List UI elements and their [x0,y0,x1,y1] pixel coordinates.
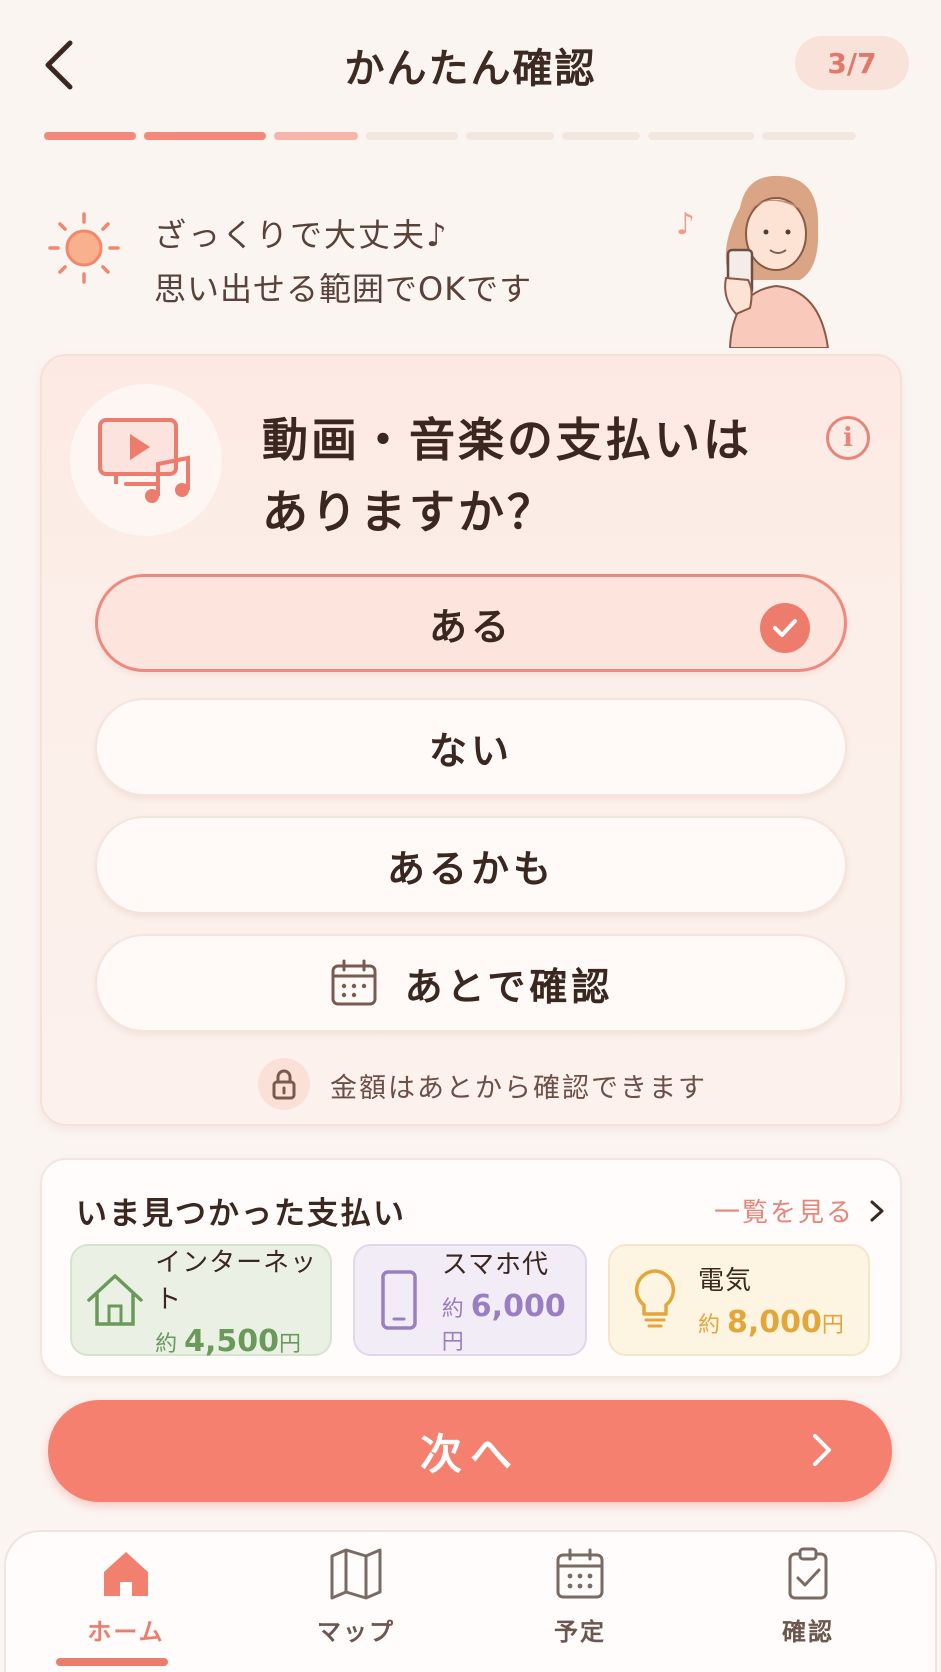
calendar-icon [331,959,377,1006]
chevron-right-icon [813,1434,831,1466]
chevron-right-icon [870,1200,884,1221]
hint-line-2: 思い出せる範囲でOKです [154,270,533,308]
progress-segment [466,132,554,140]
hint-line-1: ざっくりで大丈夫♪ [154,216,449,254]
payment-name: スマホ代 [441,1250,550,1280]
payment-name: インターネット [155,1247,318,1315]
lock-icon [258,1058,310,1110]
payment-tile-phone[interactable]: スマホ代 約 6,000円 [353,1244,587,1356]
payment-amount: 6,000 [470,1289,566,1324]
step-counter-badge: 3/7 [795,36,909,90]
payment-unit: 円 [279,1331,302,1357]
option-nai[interactable]: ない [95,698,847,796]
smartphone-icon [367,1267,432,1333]
next-button-label: 次へ [419,1429,520,1479]
nav-item-map[interactable]: マップ [286,1546,426,1656]
nav-item-schedule[interactable]: 予定 [510,1546,650,1656]
map-icon [330,1548,382,1600]
info-icon[interactable]: i [826,416,870,460]
progress-segment [562,132,640,140]
progress-segment [762,132,856,140]
payment-tile-internet[interactable]: インターネット 約 4,500円 [70,1244,332,1359]
option-label: ない [428,728,513,773]
progress-segment [44,132,136,140]
payment-unit: 円 [441,1330,464,1355]
next-button[interactable]: 次へ [48,1400,892,1502]
option-arukamo[interactable]: あるかも [95,816,847,914]
nav-label: マップ [317,1618,395,1646]
payment-unit: 円 [821,1313,844,1338]
option-label: ある [428,604,513,649]
clipboard-check-icon [788,1547,828,1600]
see-all-label: 一覧を見る [714,1198,855,1228]
payment-prefix: 約 [155,1331,178,1357]
found-payments-title: いま見つかった支払い [76,1196,406,1232]
payment-name: 電気 [698,1266,753,1296]
option-label: あるかも [386,846,555,891]
see-all-link[interactable]: 一覧を見る [714,1192,892,1229]
sun-icon [46,210,122,286]
progress-segment [274,132,358,140]
check-icon [760,603,810,653]
option-aru[interactable]: ある [95,574,847,672]
video-music-icon [70,384,222,536]
nav-label: 予定 [554,1618,606,1646]
home-icon [104,1552,148,1596]
progress-segment [648,132,754,140]
payment-prefix: 約 [698,1313,721,1338]
question-line-2: ありますか？ [262,485,556,539]
question-text: 動画・音楽の支払いは ありますか？ [262,404,782,548]
nav-label: ホーム [87,1618,165,1646]
nav-label: 確認 [782,1618,834,1646]
payment-amount: 4,500 [184,1323,279,1359]
amount-note: 金額はあとから確認できます [330,1073,707,1104]
house-icon [84,1267,145,1333]
nav-item-home[interactable]: ホーム [56,1546,196,1656]
payment-amount: 8,000 [727,1305,822,1340]
lightbulb-icon [622,1267,688,1333]
nav-item-confirm[interactable]: 確認 [738,1546,878,1656]
progress-bar [44,132,900,140]
progress-segment [366,132,458,140]
option-later[interactable]: あとで確認 [95,934,847,1032]
woman-with-phone-illustration: ♪ [670,168,850,349]
payment-tile-electricity[interactable]: 電気 約 8,000円 [608,1244,870,1356]
progress-segment [144,132,266,140]
active-nav-indicator [56,1658,168,1666]
question-line-1: 動画・音楽の支払いは [262,413,752,467]
svg-text:♪: ♪ [676,207,695,242]
payment-prefix: 約 [441,1297,464,1322]
calendar-icon [556,1548,604,1599]
option-label: あとで確認 [404,964,614,1009]
